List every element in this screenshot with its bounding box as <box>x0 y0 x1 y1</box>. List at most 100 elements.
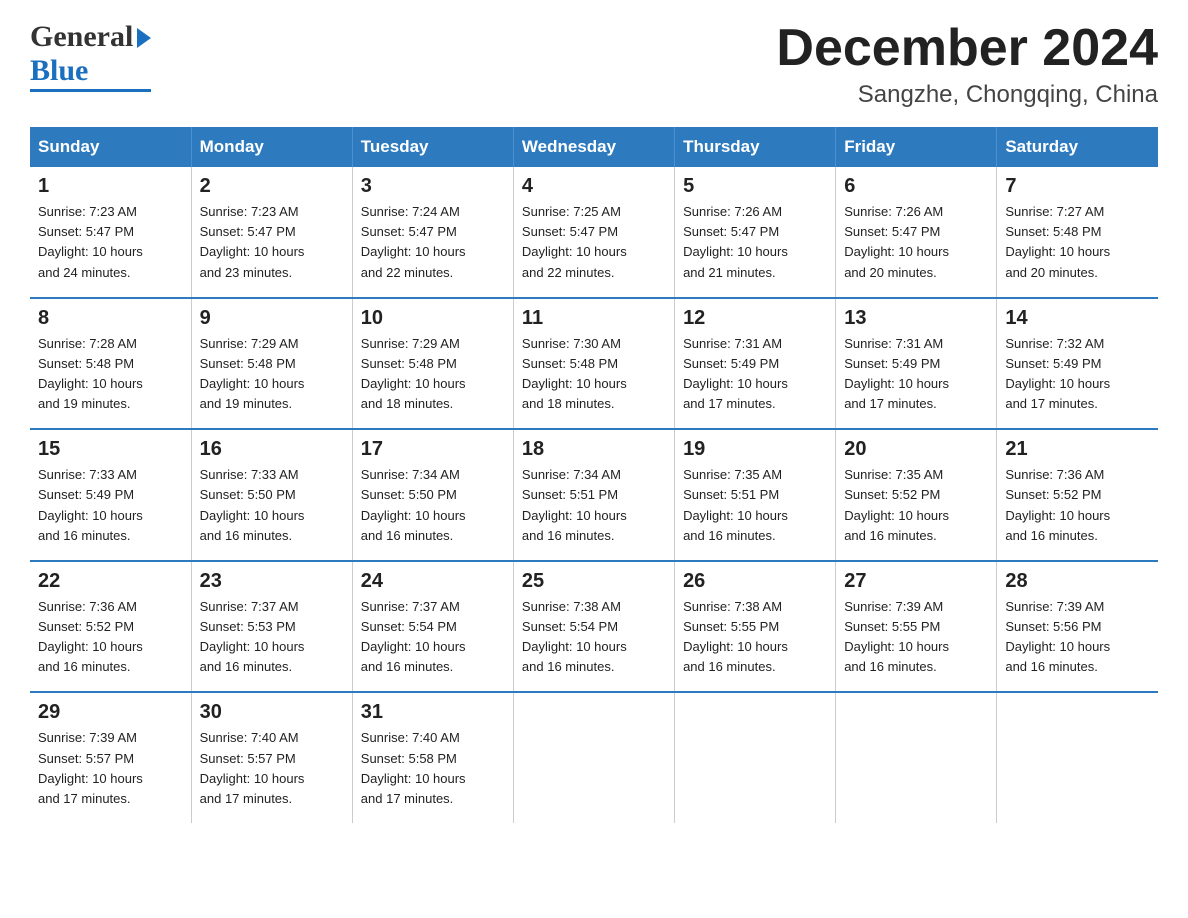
logo-general-text: General <box>30 20 133 54</box>
day-cell: 26 Sunrise: 7:38 AMSunset: 5:55 PMDayligh… <box>675 561 836 693</box>
column-header-thursday: Thursday <box>675 127 836 167</box>
day-number: 31 <box>361 701 505 724</box>
calendar-subtitle: Sangzhe, Chongqing, China <box>776 81 1158 109</box>
day-cell: 14Sunrise: 7:32 AMSunset: 5:49 PMDayligh… <box>997 298 1158 430</box>
day-cell: 30Sunrise: 7:40 AMSunset: 5:57 PMDayligh… <box>191 692 352 823</box>
day-cell: 3 Sunrise: 7:24 AMSunset: 5:47 PMDaylight… <box>352 167 513 298</box>
day-cell: 13Sunrise: 7:31 AMSunset: 5:49 PMDayligh… <box>836 298 997 430</box>
day-cell: 17 Sunrise: 7:34 AMSunset: 5:50 PMDayligh… <box>352 429 513 561</box>
column-header-sunday: Sunday <box>30 127 191 167</box>
day-number: 5 <box>683 175 827 198</box>
day-number: 14 <box>1005 307 1150 330</box>
day-info: Sunrise: 7:36 AMSunset: 5:52 PMDaylight:… <box>38 597 183 678</box>
day-number: 24 <box>361 570 505 593</box>
day-number: 8 <box>38 307 183 330</box>
day-cell: 6 Sunrise: 7:26 AMSunset: 5:47 PMDaylight… <box>836 167 997 298</box>
day-cell: 2 Sunrise: 7:23 AMSunset: 5:47 PMDaylight… <box>191 167 352 298</box>
day-info: Sunrise: 7:26 AMSunset: 5:47 PMDaylight:… <box>844 202 988 283</box>
day-cell: 23 Sunrise: 7:37 AMSunset: 5:53 PMDayligh… <box>191 561 352 693</box>
day-number: 11 <box>522 307 666 330</box>
week-row-1: 1 Sunrise: 7:23 AMSunset: 5:47 PMDaylight… <box>30 167 1158 298</box>
day-number: 1 <box>38 175 183 198</box>
day-cell: 1 Sunrise: 7:23 AMSunset: 5:47 PMDaylight… <box>30 167 191 298</box>
day-info: Sunrise: 7:29 AMSunset: 5:48 PMDaylight:… <box>200 334 344 415</box>
day-number: 6 <box>844 175 988 198</box>
day-number: 16 <box>200 438 344 461</box>
day-number: 13 <box>844 307 988 330</box>
day-info: Sunrise: 7:26 AMSunset: 5:47 PMDaylight:… <box>683 202 827 283</box>
day-cell: 19 Sunrise: 7:35 AMSunset: 5:51 PMDayligh… <box>675 429 836 561</box>
day-info: Sunrise: 7:31 AMSunset: 5:49 PMDaylight:… <box>683 334 827 415</box>
day-cell: 18 Sunrise: 7:34 AMSunset: 5:51 PMDayligh… <box>513 429 674 561</box>
day-cell: 28Sunrise: 7:39 AMSunset: 5:56 PMDayligh… <box>997 561 1158 693</box>
logo-underline <box>30 89 151 92</box>
logo-arrow-icon <box>137 28 151 48</box>
calendar-title: December 2024 <box>776 20 1158 77</box>
column-header-friday: Friday <box>836 127 997 167</box>
day-info: Sunrise: 7:38 AMSunset: 5:54 PMDaylight:… <box>522 597 666 678</box>
day-number: 18 <box>522 438 666 461</box>
day-number: 3 <box>361 175 505 198</box>
day-info: Sunrise: 7:25 AMSunset: 5:47 PMDaylight:… <box>522 202 666 283</box>
day-number: 23 <box>200 570 344 593</box>
column-header-tuesday: Tuesday <box>352 127 513 167</box>
logo-blue-text: Blue <box>30 54 88 88</box>
title-block: December 2024 Sangzhe, Chongqing, China <box>776 20 1158 109</box>
day-number: 19 <box>683 438 827 461</box>
logo: General Blue <box>30 20 151 92</box>
page-header: General Blue December 2024 Sangzhe, Chon… <box>30 20 1158 109</box>
day-cell: 11 Sunrise: 7:30 AMSunset: 5:48 PMDayligh… <box>513 298 674 430</box>
day-info: Sunrise: 7:33 AMSunset: 5:49 PMDaylight:… <box>38 465 183 546</box>
day-cell: 15 Sunrise: 7:33 AMSunset: 5:49 PMDayligh… <box>30 429 191 561</box>
day-number: 21 <box>1005 438 1150 461</box>
day-cell: 12 Sunrise: 7:31 AMSunset: 5:49 PMDayligh… <box>675 298 836 430</box>
day-info: Sunrise: 7:36 AMSunset: 5:52 PMDaylight:… <box>1005 465 1150 546</box>
week-row-2: 8Sunrise: 7:28 AMSunset: 5:48 PMDaylight… <box>30 298 1158 430</box>
day-number: 28 <box>1005 570 1150 593</box>
day-info: Sunrise: 7:38 AMSunset: 5:55 PMDaylight:… <box>683 597 827 678</box>
column-header-saturday: Saturday <box>997 127 1158 167</box>
day-info: Sunrise: 7:34 AMSunset: 5:50 PMDaylight:… <box>361 465 505 546</box>
day-cell <box>997 692 1158 823</box>
day-info: Sunrise: 7:24 AMSunset: 5:47 PMDaylight:… <box>361 202 505 283</box>
day-info: Sunrise: 7:33 AMSunset: 5:50 PMDaylight:… <box>200 465 344 546</box>
day-number: 17 <box>361 438 505 461</box>
week-row-3: 15 Sunrise: 7:33 AMSunset: 5:49 PMDayligh… <box>30 429 1158 561</box>
day-number: 29 <box>38 701 183 724</box>
day-number: 26 <box>683 570 827 593</box>
day-info: Sunrise: 7:37 AMSunset: 5:53 PMDaylight:… <box>200 597 344 678</box>
day-cell: 10Sunrise: 7:29 AMSunset: 5:48 PMDayligh… <box>352 298 513 430</box>
calendar-table: SundayMondayTuesdayWednesdayThursdayFrid… <box>30 127 1158 823</box>
day-cell <box>513 692 674 823</box>
day-number: 9 <box>200 307 344 330</box>
column-header-wednesday: Wednesday <box>513 127 674 167</box>
day-cell: 8Sunrise: 7:28 AMSunset: 5:48 PMDaylight… <box>30 298 191 430</box>
day-info: Sunrise: 7:35 AMSunset: 5:52 PMDaylight:… <box>844 465 988 546</box>
day-number: 4 <box>522 175 666 198</box>
day-cell: 20 Sunrise: 7:35 AMSunset: 5:52 PMDayligh… <box>836 429 997 561</box>
day-cell: 29 Sunrise: 7:39 AMSunset: 5:57 PMDayligh… <box>30 692 191 823</box>
day-number: 25 <box>522 570 666 593</box>
day-info: Sunrise: 7:37 AMSunset: 5:54 PMDaylight:… <box>361 597 505 678</box>
day-info: Sunrise: 7:30 AMSunset: 5:48 PMDaylight:… <box>522 334 666 415</box>
week-row-4: 22Sunrise: 7:36 AMSunset: 5:52 PMDayligh… <box>30 561 1158 693</box>
day-cell: 5 Sunrise: 7:26 AMSunset: 5:47 PMDaylight… <box>675 167 836 298</box>
day-cell: 25 Sunrise: 7:38 AMSunset: 5:54 PMDayligh… <box>513 561 674 693</box>
calendar-header-row: SundayMondayTuesdayWednesdayThursdayFrid… <box>30 127 1158 167</box>
day-cell <box>836 692 997 823</box>
day-number: 2 <box>200 175 344 198</box>
day-info: Sunrise: 7:29 AMSunset: 5:48 PMDaylight:… <box>361 334 505 415</box>
day-number: 20 <box>844 438 988 461</box>
day-info: Sunrise: 7:27 AMSunset: 5:48 PMDaylight:… <box>1005 202 1150 283</box>
day-info: Sunrise: 7:34 AMSunset: 5:51 PMDaylight:… <box>522 465 666 546</box>
day-info: Sunrise: 7:35 AMSunset: 5:51 PMDaylight:… <box>683 465 827 546</box>
day-info: Sunrise: 7:23 AMSunset: 5:47 PMDaylight:… <box>200 202 344 283</box>
day-cell <box>675 692 836 823</box>
day-number: 12 <box>683 307 827 330</box>
day-number: 15 <box>38 438 183 461</box>
day-cell: 27Sunrise: 7:39 AMSunset: 5:55 PMDayligh… <box>836 561 997 693</box>
day-number: 27 <box>844 570 988 593</box>
day-info: Sunrise: 7:23 AMSunset: 5:47 PMDaylight:… <box>38 202 183 283</box>
day-info: Sunrise: 7:39 AMSunset: 5:57 PMDaylight:… <box>38 728 183 809</box>
day-info: Sunrise: 7:40 AMSunset: 5:58 PMDaylight:… <box>361 728 505 809</box>
